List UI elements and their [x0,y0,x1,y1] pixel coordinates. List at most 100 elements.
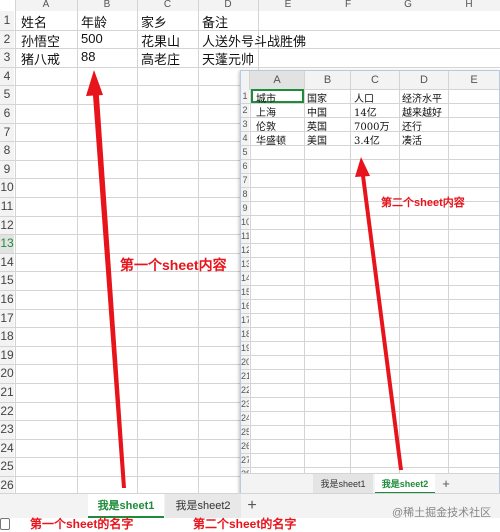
sheet2-row-header-22[interactable]: 22 [241,383,249,397]
sheet2-row-header-8[interactable]: 8 [241,187,249,201]
row-header-19[interactable]: 19 [0,345,14,365]
col-header-f[interactable]: F [318,0,378,11]
sheet2-cell-a1[interactable]: 城市 [256,90,276,105]
col-header-h[interactable]: H [438,0,500,11]
sheet2-row-header-11[interactable]: 11 [241,229,249,243]
sheet2-row-header-3[interactable]: 3 [241,117,249,131]
row-header-21[interactable]: 21 [0,383,14,402]
sheet2-row-header-7[interactable]: 7 [241,173,249,187]
sheet2-row-header-12[interactable]: 12 [241,243,249,257]
row-header-14[interactable]: 14 [0,252,14,272]
cell-a1[interactable]: 姓名 [21,12,47,31]
sheet2-row-header-14[interactable]: 14 [241,271,249,285]
sheet2-tab-sheet1[interactable]: 我是sheet1 [313,474,373,493]
sheet2-row-header-17[interactable]: 17 [241,313,249,327]
sheet2-cell-b2[interactable]: 中国 [307,104,327,119]
sheet2-cell-c3[interactable]: 7000万 [354,118,389,133]
sheet2-col-header-d[interactable]: D [400,71,449,90]
row-header-26[interactable]: 26 [0,476,14,495]
sheet2-row-header-27[interactable]: 27 [241,453,249,467]
sheet2-row-header-5[interactable]: 5 [241,145,249,159]
row-header-12[interactable]: 12 [0,215,14,235]
sheet2-cell-c2[interactable]: 14亿 [354,104,377,119]
cell-c3[interactable]: 高老庄 [141,49,180,68]
cell-c1[interactable]: 家乡 [141,12,167,31]
col-header-b[interactable]: B [77,0,137,11]
row-header-24[interactable]: 24 [0,438,14,458]
sheet2-row-header-4[interactable]: 4 [241,131,249,145]
sheet2-tab-sheet2[interactable]: 我是sheet2 [375,474,435,493]
cell-d1[interactable]: 备注 [202,12,228,31]
sheet2-row-header-1[interactable]: 1 [241,89,249,103]
row-header-6[interactable]: 6 [0,104,14,123]
sheet2-cell-b4[interactable]: 美国 [307,132,327,147]
sheet2-cell-c1[interactable]: 人口 [354,90,374,105]
row-header-5[interactable]: 5 [0,85,14,104]
sheet2-row-header-15[interactable]: 15 [241,285,249,299]
row-header-23[interactable]: 23 [0,420,14,439]
row-header-7[interactable]: 7 [0,122,14,142]
cell-b3[interactable]: 88 [81,49,95,64]
cell-d3[interactable]: 天蓬元帅 [202,49,254,68]
sheet2-cell-d3[interactable]: 还行 [402,118,422,133]
sheet2-row-header-13[interactable]: 13 [241,257,249,271]
sheet2-row-header-9[interactable]: 9 [241,201,249,215]
sheet2-row-header-24[interactable]: 24 [241,411,249,425]
sheet2-cell-d2[interactable]: 越来越好 [402,104,442,119]
cell-a2[interactable]: 孙悟空 [21,31,60,50]
cell-c2[interactable]: 花果山 [141,31,180,50]
row-header-15[interactable]: 15 [0,271,14,290]
sheet2-add-sheet-button[interactable]: + [439,474,453,493]
cell-a3[interactable]: 猪八戒 [21,49,60,68]
sheet2-row-header-26[interactable]: 26 [241,439,249,453]
row-header-13[interactable]: 13 [0,234,14,253]
sheet2-cell-d1[interactable]: 经济水平 [402,90,442,105]
sheet2-cell-b3[interactable]: 英国 [307,118,327,133]
sheet2-row-header-19[interactable]: 19 [241,341,249,355]
row-header-2[interactable]: 2 [0,29,14,49]
row-header-20[interactable]: 20 [0,364,14,383]
sheet2-row-header-20[interactable]: 20 [241,355,249,369]
row-header-16[interactable]: 16 [0,290,14,309]
sheet2-cell-a4[interactable]: 华盛顿 [256,132,286,147]
sheet2-cell-a2[interactable]: 上海 [256,104,276,119]
sheet2-cell-b1[interactable]: 国家 [307,90,327,105]
col-header-c[interactable]: C [137,0,198,11]
row-header-25[interactable]: 25 [0,457,14,476]
sheet2-window[interactable]: A B C D E 123456789101112131415161718192… [240,70,500,494]
row-header-11[interactable]: 11 [0,197,14,216]
cell-b1[interactable]: 年龄 [81,12,107,31]
sheet2-col-header-e[interactable]: E [449,71,499,90]
row-header-22[interactable]: 22 [0,401,14,421]
sheet2-row-header-2[interactable]: 2 [241,103,249,117]
sheet2-corner[interactable] [241,71,250,90]
sheet2-col-header-a[interactable]: A [250,71,305,90]
cell-d2[interactable]: 人送外号斗战胜佛 [202,31,306,50]
row-header-1[interactable]: 1 [0,11,14,30]
row-header-10[interactable]: 10 [0,178,14,197]
sheet2-row-header-6[interactable]: 6 [241,159,249,173]
watermark: @稀土掘金技术社区 [392,507,492,519]
row-header-9[interactable]: 9 [0,159,14,179]
cell-b2[interactable]: 500 [81,31,103,46]
row-header-17[interactable]: 17 [0,308,14,328]
col-header-e[interactable]: E [258,0,318,11]
row-header-18[interactable]: 18 [0,327,14,346]
sheet2-row-header-23[interactable]: 23 [241,397,249,411]
sheet2-cell-a3[interactable]: 伦敦 [256,118,276,133]
sheet2-cell-d4[interactable]: 凑活 [402,132,422,147]
row-header-8[interactable]: 8 [0,141,14,160]
sheet2-row-header-25[interactable]: 25 [241,425,249,439]
row-header-3[interactable]: 3 [0,48,14,67]
sheet2-row-header-16[interactable]: 16 [241,299,249,313]
col-header-g[interactable]: G [378,0,438,11]
sheet2-col-header-c[interactable]: C [351,71,400,90]
sheet2-row-header-10[interactable]: 10 [241,215,249,229]
sheet2-row-header-21[interactable]: 21 [241,369,249,383]
col-header-a[interactable]: A [15,0,77,11]
sheet2-row-header-18[interactable]: 18 [241,327,249,341]
row-header-4[interactable]: 4 [0,66,14,86]
sheet2-col-header-b[interactable]: B [305,71,351,90]
sheet2-cell-c4[interactable]: 3.4亿 [354,132,380,147]
col-header-d[interactable]: D [198,0,258,11]
